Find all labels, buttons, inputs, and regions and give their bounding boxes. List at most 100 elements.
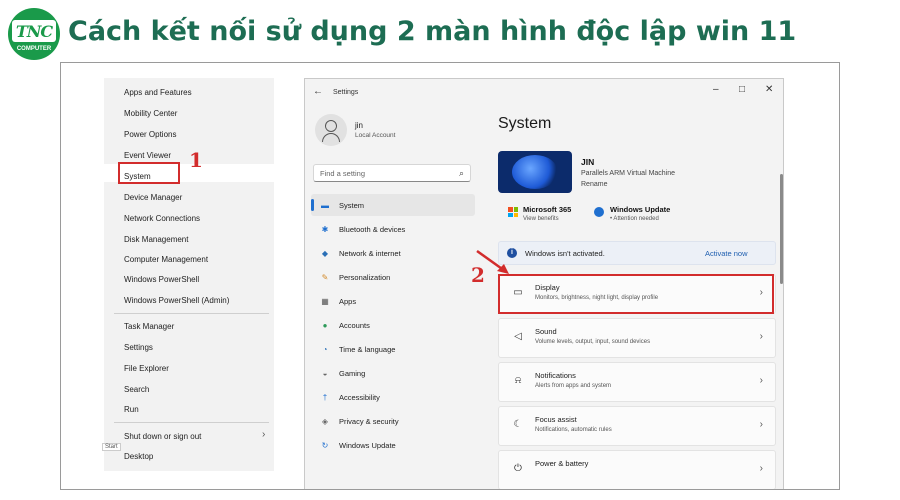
step1-number: 1 <box>189 148 203 172</box>
menu-item-network-connections[interactable]: Network Connections <box>124 214 200 223</box>
activation-banner: i Windows isn't activated. Activate now <box>498 241 776 265</box>
avatar[interactable] <box>315 114 347 146</box>
microsoft-365-title[interactable]: Microsoft 365 <box>523 205 571 214</box>
search-input[interactable]: Find a setting ⌕ <box>313 164 471 182</box>
nav-item-windows-update[interactable]: ↻ Windows Update <box>319 438 396 452</box>
windows-update-sub: • Attention needed <box>610 216 659 222</box>
menu-item-desktop[interactable]: Desktop <box>124 452 153 461</box>
card-title: Sound <box>535 327 557 336</box>
nav-active-indicator <box>311 199 314 211</box>
card-sound[interactable]: ◁ Sound Volume levels, output, input, so… <box>498 318 776 358</box>
power-icon: ⏻ <box>514 463 522 474</box>
nav-item-accessibility[interactable]: † Accessibility <box>319 390 380 404</box>
window-title: Settings <box>333 89 359 96</box>
nav-label: System <box>339 200 365 210</box>
card-focus-assist[interactable]: ☾ Focus assist Notifications, automatic … <box>498 406 776 446</box>
notifications-icon: ⍾ <box>514 375 522 386</box>
activation-text: Windows isn't activated. <box>525 249 605 258</box>
maximize-icon[interactable]: □ <box>739 84 745 95</box>
device-model: Parallels ARM Virtual Machine <box>581 170 676 177</box>
search-icon: ⌕ <box>458 168 464 178</box>
winx-menu: Apps and Features Mobility Center Power … <box>102 78 274 471</box>
menu-item-search[interactable]: Search <box>124 385 149 394</box>
activate-now-link[interactable]: Activate now <box>705 249 748 258</box>
menu-item-apps-features[interactable]: Apps and Features <box>124 88 192 97</box>
nav-item-bluetooth[interactable]: ✱ Bluetooth & devices <box>319 222 406 236</box>
step1-highlight-box <box>118 162 180 184</box>
page: TNC COMPUTER Cách kết nối sử dụng 2 màn … <box>0 0 900 500</box>
nav-item-personalization[interactable]: ✎ Personalization <box>319 270 391 284</box>
nav-label: Windows Update <box>339 440 396 450</box>
tnc-logo: TNC COMPUTER <box>8 8 60 62</box>
nav-label: Privacy & security <box>339 416 399 426</box>
menu-divider <box>114 422 269 423</box>
menu-item-power-options[interactable]: Power Options <box>124 130 176 139</box>
windows-update-icon: ↻ <box>321 440 329 450</box>
menu-item-event-viewer[interactable]: Event Viewer <box>124 151 171 160</box>
menu-item-mobility-center[interactable]: Mobility Center <box>124 109 177 118</box>
chevron-right-icon: › <box>759 375 763 386</box>
card-power-battery[interactable]: ⏻ Power & battery › <box>498 450 776 489</box>
nav-label: Personalization <box>339 272 391 282</box>
chevron-right-icon: › <box>262 429 266 440</box>
card-notifications[interactable]: ⍾ Notifications Alerts from apps and sys… <box>498 362 776 402</box>
logo-subtext: COMPUTER <box>16 46 52 52</box>
nav-label: Accounts <box>339 320 370 330</box>
menu-item-powershell[interactable]: Windows PowerShell <box>124 275 199 284</box>
page-title: Cách kết nối sử dụng 2 màn hình độc lập … <box>68 16 797 47</box>
device-name: JIN <box>581 157 595 167</box>
nav-item-apps[interactable]: ▦ Apps <box>319 294 356 308</box>
search-placeholder: Find a setting <box>320 169 366 178</box>
user-account-type: Local Account <box>355 132 396 139</box>
nav-item-time-language[interactable]: ◔ Time & language <box>319 342 396 356</box>
windows-update-title[interactable]: Windows Update <box>610 205 670 214</box>
nav-label: Apps <box>339 296 357 306</box>
sound-icon: ◁ <box>514 331 522 342</box>
nav-label: Bluetooth & devices <box>339 224 406 234</box>
back-arrow-icon[interactable]: ← <box>313 86 323 97</box>
nav-item-privacy[interactable]: ◈ Privacy & security <box>319 414 399 428</box>
scrollbar-thumb[interactable] <box>780 174 783 284</box>
focus-assist-icon: ☾ <box>513 419 523 430</box>
device-wallpaper-thumbnail <box>498 151 572 193</box>
nav-item-system[interactable]: ▬ System <box>319 198 364 212</box>
step2-highlight-box <box>498 274 774 314</box>
menu-item-shutdown[interactable]: Shut down or sign out <box>124 432 201 441</box>
nav-label: Network & internet <box>339 248 401 258</box>
accessibility-icon: † <box>322 392 328 402</box>
gaming-icon: ◒ <box>322 368 328 378</box>
card-subtitle: Alerts from apps and system <box>535 383 612 389</box>
personalization-icon: ✎ <box>321 272 329 282</box>
menu-item-powershell-admin[interactable]: Windows PowerShell (Admin) <box>124 296 229 305</box>
time-language-icon: ◔ <box>322 344 328 354</box>
chevron-right-icon: › <box>759 419 763 430</box>
rename-link[interactable]: Rename <box>581 181 607 188</box>
windows-update-icon <box>594 207 604 217</box>
menu-item-device-manager[interactable]: Device Manager <box>124 193 182 202</box>
card-subtitle: Volume levels, output, input, sound devi… <box>535 339 651 345</box>
privacy-icon: ◈ <box>321 416 329 426</box>
menu-item-file-explorer[interactable]: File Explorer <box>124 364 169 373</box>
logo-text: TNC <box>15 21 53 41</box>
nav-label: Gaming <box>339 368 366 378</box>
system-page-title: System <box>498 115 552 132</box>
user-name: jin <box>355 121 364 130</box>
card-title: Focus assist <box>535 415 577 424</box>
menu-item-computer-management[interactable]: Computer Management <box>124 255 208 264</box>
menu-item-settings[interactable]: Settings <box>124 343 153 352</box>
nav-item-network[interactable]: ◆ Network & internet <box>319 246 401 260</box>
screenshot-frame: Apps and Features Mobility Center Power … <box>60 62 840 490</box>
nav-item-gaming[interactable]: ◒ Gaming <box>319 366 366 380</box>
chevron-right-icon: › <box>759 463 763 474</box>
card-subtitle: Notifications, automatic rules <box>535 427 612 433</box>
apps-icon: ▦ <box>321 296 329 306</box>
menu-item-disk-management[interactable]: Disk Management <box>124 235 188 244</box>
menu-item-run[interactable]: Run <box>124 405 139 414</box>
close-icon[interactable]: ✕ <box>765 84 773 95</box>
menu-item-task-manager[interactable]: Task Manager <box>124 322 174 331</box>
nav-item-accounts[interactable]: ● Accounts <box>319 318 370 332</box>
menu-divider <box>114 313 269 314</box>
nav-label: Accessibility <box>339 392 380 402</box>
network-icon: ◆ <box>321 248 329 258</box>
minimize-icon[interactable]: – <box>713 84 719 95</box>
